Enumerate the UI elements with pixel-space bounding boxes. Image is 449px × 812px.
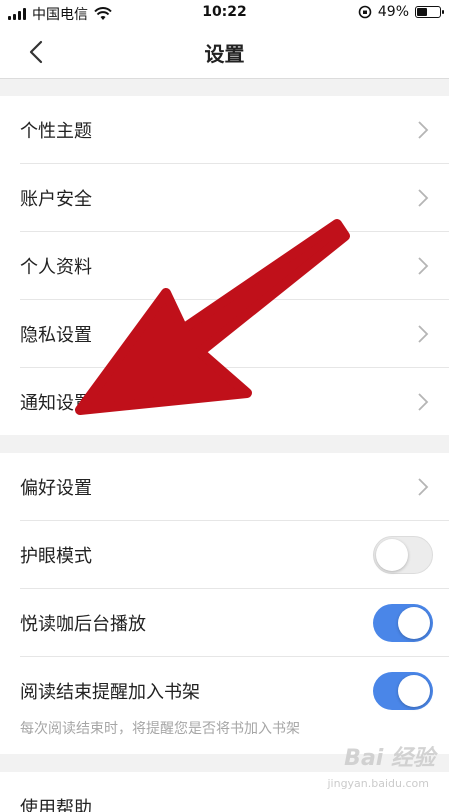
notification-settings-row[interactable]: 通知设置	[20, 368, 449, 435]
battery-fill	[417, 8, 427, 16]
privacy-settings-row[interactable]: 隐私设置	[20, 300, 449, 368]
battery-icon	[415, 6, 444, 18]
battery-percent: 49%	[377, 4, 409, 20]
row-label: 个人资料	[20, 256, 92, 278]
settings-group-preferences: 偏好设置 护眼模式 悦读咖后台播放 阅读结束提醒加入书架 每次阅读结束时，将提醒…	[0, 453, 449, 754]
page-title: 设置	[204, 42, 245, 66]
chevron-right-icon	[418, 120, 429, 139]
nav-bar: 设置	[0, 26, 449, 79]
end-reminder-row: 阅读结束提醒加入书架	[20, 657, 449, 724]
row-label: 通知设置	[20, 392, 92, 414]
background-play-toggle[interactable]	[373, 603, 433, 642]
preferences-row[interactable]: 偏好设置	[20, 453, 449, 521]
toggle-knob	[398, 606, 430, 639]
row-label: 个性主题	[20, 120, 92, 142]
theme-row[interactable]: 个性主题	[20, 96, 449, 164]
row-label: 使用帮助	[20, 798, 92, 812]
end-reminder-toggle[interactable]	[373, 671, 433, 710]
watermark-url: jingyan.baidu.com	[327, 777, 429, 790]
watermark-logo: Bai 经验	[344, 746, 435, 771]
toggle-knob	[398, 674, 430, 707]
chevron-right-icon	[418, 256, 429, 275]
row-label: 偏好设置	[20, 477, 92, 499]
status-bar: 中国电信 10:22 49%	[0, 0, 449, 26]
chevron-right-icon	[418, 392, 429, 411]
background-play-row: 悦读咖后台播放	[20, 589, 449, 657]
chevron-right-icon	[418, 477, 429, 496]
row-label: 护眼模式	[20, 545, 92, 567]
eye-mode-toggle[interactable]	[373, 535, 433, 574]
profile-row[interactable]: 个人资料	[20, 232, 449, 300]
row-label: 阅读结束提醒加入书架	[20, 681, 200, 703]
row-label: 账户安全	[20, 188, 92, 210]
chevron-right-icon	[418, 188, 429, 207]
status-right: 49%	[358, 4, 444, 20]
chevron-right-icon	[418, 324, 429, 343]
settings-group-account: 个性主题 账户安全 个人资料 隐私设置 通知设置	[0, 96, 449, 435]
orientation-lock-icon	[358, 5, 372, 19]
eye-mode-row: 护眼模式	[20, 521, 449, 589]
account-security-row[interactable]: 账户安全	[20, 164, 449, 232]
row-label: 隐私设置	[20, 324, 92, 346]
toggle-knob	[376, 538, 408, 571]
row-label: 悦读咖后台播放	[20, 613, 146, 635]
